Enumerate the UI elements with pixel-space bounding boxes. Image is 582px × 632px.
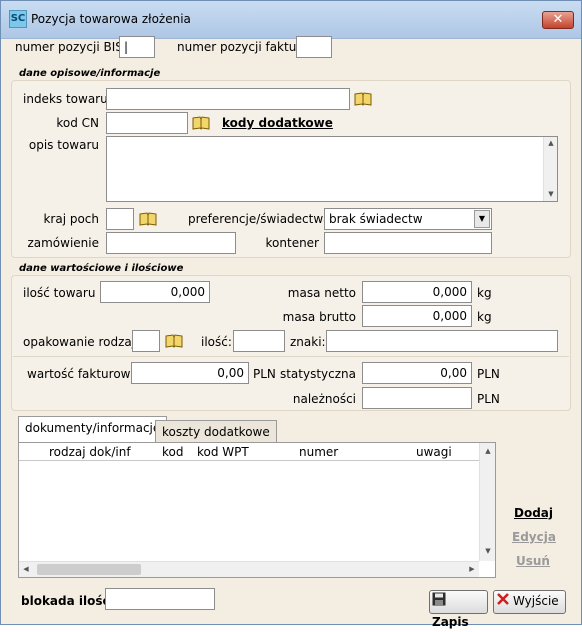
bis-input[interactable]: | xyxy=(119,36,155,58)
brutto-label: masa brutto xyxy=(282,310,356,324)
stat-label: statystyczna xyxy=(279,367,356,381)
opak-input[interactable] xyxy=(132,330,160,352)
book-icon-kodcn[interactable] xyxy=(192,116,210,130)
fakt-input[interactable]: 0,00 xyxy=(131,362,249,384)
chevron-down-icon[interactable]: ▼ xyxy=(474,210,490,228)
znaki-label: znaki: xyxy=(290,335,326,349)
ilosc2-label: ilość: xyxy=(201,335,232,349)
dialog-window: SC Pozycja towarowa złożenia ✕ numer poz… xyxy=(0,0,582,629)
section-opisowe-title: dane opisowe/informacje xyxy=(19,68,161,79)
dodaj-link[interactable]: Dodaj xyxy=(514,506,553,520)
ilosc-input[interactable]: 0,000 xyxy=(100,281,210,303)
close-button[interactable]: ✕ xyxy=(542,11,574,29)
ilosc2-input[interactable] xyxy=(233,330,285,352)
blokada-label: blokada ilości xyxy=(21,594,114,608)
faktura-input[interactable] xyxy=(296,36,332,58)
brutto-input[interactable]: 0,000 xyxy=(362,305,472,327)
col-header[interactable]: kod WPT xyxy=(197,445,249,459)
bis-label: numer pozycji BIS xyxy=(15,40,123,54)
kodcn-input[interactable] xyxy=(106,112,188,134)
scroll-up-icon[interactable]: ▲ xyxy=(483,447,493,455)
kg-unit-brutto: kg xyxy=(477,310,492,324)
wyjscie-label: Wyjście xyxy=(513,594,559,608)
scroll-up-icon[interactable]: ▲ xyxy=(546,139,556,147)
kg-unit-netto: kg xyxy=(477,286,492,300)
netto-label: masa netto xyxy=(287,286,356,300)
kontener-label: kontener xyxy=(265,236,319,250)
ilosc-label: ilość towaru xyxy=(23,286,96,300)
indeks-input[interactable] xyxy=(106,88,350,110)
kraj-input[interactable] xyxy=(106,208,134,230)
window-title: Pozycja towarowa złożenia xyxy=(31,12,191,26)
faktura-label: numer pozycji faktury xyxy=(177,40,309,54)
tab-dokumenty[interactable]: dokumenty/informacje xyxy=(18,416,168,443)
col-header[interactable]: numer xyxy=(299,445,338,459)
scroll-left-icon[interactable]: ◀ xyxy=(21,565,31,573)
blokada-input[interactable] xyxy=(105,588,215,610)
close-icon xyxy=(496,592,510,612)
opis-textarea[interactable] xyxy=(106,136,558,202)
pref-label: preferencje/świadectwa xyxy=(188,212,331,226)
usun-link[interactable]: Usuń xyxy=(516,554,550,568)
title-bar: SC Pozycja towarowa złożenia ✕ xyxy=(1,1,581,39)
pln-unit-nal: PLN xyxy=(477,392,500,406)
scroll-down-icon[interactable]: ▼ xyxy=(483,547,493,555)
grid-hscrollbar[interactable]: ◀ ▶ xyxy=(19,561,479,577)
kody-dodatkowe-link[interactable]: kody dodatkowe xyxy=(222,116,333,130)
pln-unit-stat: PLN xyxy=(477,367,500,381)
znaki-input[interactable] xyxy=(326,330,558,352)
indeks-label: indeks towaru xyxy=(23,92,108,106)
netto-input[interactable]: 0,000 xyxy=(362,281,472,303)
scroll-thumb[interactable] xyxy=(37,564,141,575)
wyjscie-button[interactable]: Wyjście xyxy=(493,590,566,614)
zamowienie-label: zamówienie xyxy=(27,236,99,250)
zamowienie-input[interactable] xyxy=(106,232,236,254)
documents-grid[interactable]: rodzaj dok/inf kod kod WPT numer uwagi ▲… xyxy=(18,442,496,578)
edycja-link[interactable]: Edycja xyxy=(512,530,556,544)
opis-scrollbar[interactable]: ▲ ▼ xyxy=(543,137,557,201)
save-icon xyxy=(432,592,446,612)
zapis-button[interactable]: Zapis xyxy=(429,590,488,629)
zapis-label: Zapis xyxy=(432,614,469,629)
opak-label: opakowanie rodzaj xyxy=(23,335,136,349)
tab-koszty[interactable]: koszty dodatkowe xyxy=(155,420,277,444)
grid-header: rodzaj dok/inf kod kod WPT numer uwagi xyxy=(19,443,495,461)
section-wartosciowe-title: dane wartościowe i ilościowe xyxy=(19,263,184,274)
stat-input[interactable]: 0,00 xyxy=(362,362,472,384)
fakt-label: wartość fakturowa xyxy=(27,367,138,381)
col-header[interactable]: uwagi xyxy=(416,445,452,459)
pref-select-value: brak świadectw xyxy=(329,212,423,226)
book-icon-indeks[interactable] xyxy=(354,92,372,106)
nal-label: należności xyxy=(292,392,356,406)
scroll-right-icon[interactable]: ▶ xyxy=(467,565,477,573)
grid-vscrollbar[interactable]: ▲ ▼ xyxy=(479,443,495,561)
app-icon: SC xyxy=(9,10,27,28)
col-header[interactable]: rodzaj dok/inf xyxy=(49,445,131,459)
scroll-down-icon[interactable]: ▼ xyxy=(546,190,556,198)
kontener-input[interactable] xyxy=(324,232,492,254)
book-icon-opak[interactable] xyxy=(165,334,183,348)
pref-select[interactable]: brak świadectw ▼ xyxy=(324,208,492,230)
book-icon-kraj[interactable] xyxy=(139,212,157,226)
nal-input[interactable] xyxy=(362,387,472,409)
col-header[interactable]: kod xyxy=(162,445,183,459)
divider xyxy=(13,356,569,357)
kodcn-label: kod CN xyxy=(56,116,99,130)
opis-label: opis towaru xyxy=(28,138,99,152)
kraj-label: kraj poch xyxy=(43,212,99,226)
